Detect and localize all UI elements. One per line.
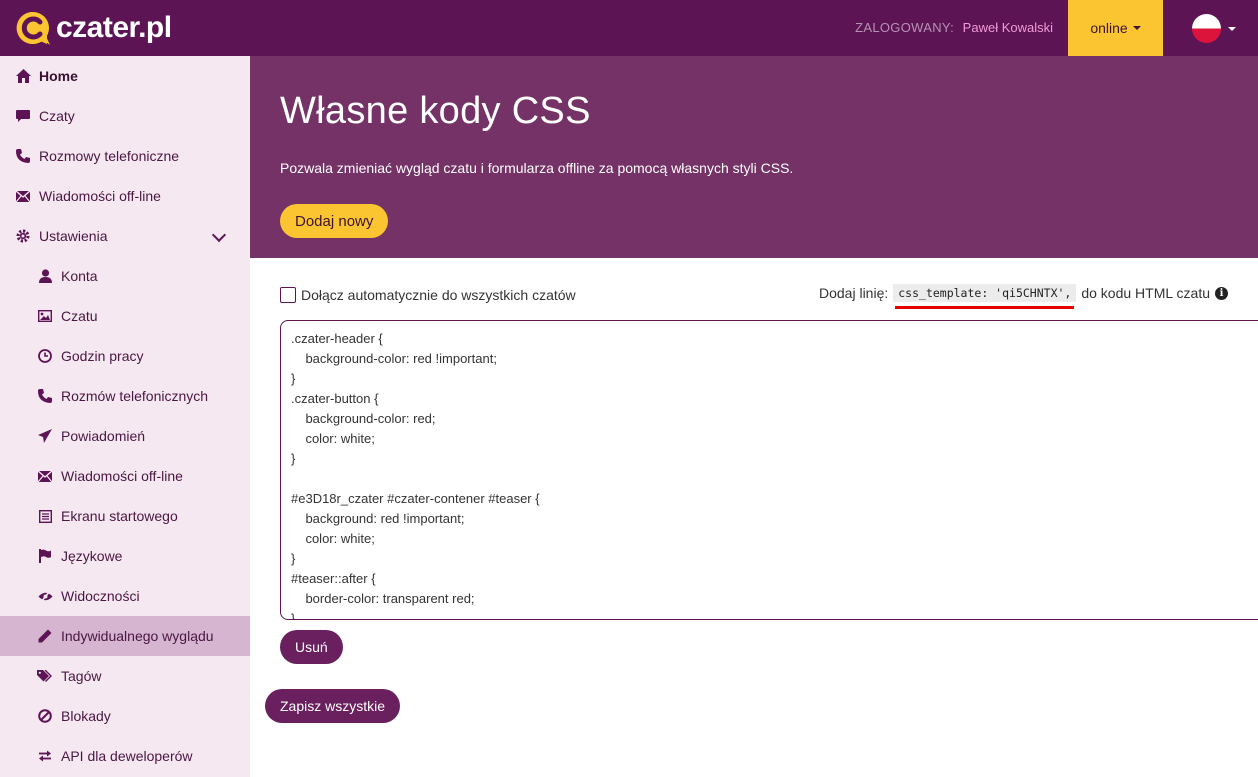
sidebar-item-label: Indywidualnego wyglądu — [61, 628, 214, 644]
phone-icon — [15, 148, 31, 164]
sidebar-item-settings[interactable]: Ustawienia — [0, 216, 250, 256]
template-hint: Dodaj linię: css_template: 'qi5CHNTX', d… — [818, 284, 1228, 309]
sidebar-item-label: Rozmowy telefoniczne — [39, 148, 180, 164]
auto-attach-label: Dołącz automatycznie do wszystkich czató… — [301, 287, 576, 303]
sidebar-item-chats[interactable]: Czaty — [0, 96, 250, 136]
exchange-icon — [37, 748, 53, 764]
poland-flag-icon — [1192, 14, 1221, 43]
sidebar-item-label: Ekranu startowego — [61, 508, 178, 524]
sidebar-item-label: Tagów — [61, 668, 102, 684]
phone-icon — [37, 388, 53, 404]
sidebar-item-tags[interactable]: Tagów — [0, 656, 250, 696]
sidebar-item-label: Wiadomości off-line — [61, 468, 183, 484]
sidebar-item-label: Czaty — [39, 108, 75, 124]
sidebar-item-working-hours[interactable]: Godzin pracy — [0, 336, 250, 376]
logo-c-icon — [14, 9, 52, 47]
brand-logo[interactable]: czater.pl — [14, 9, 172, 47]
user-name[interactable]: Paweł Kowalski — [963, 20, 1053, 35]
list-icon — [37, 508, 53, 524]
sidebar-item-visibility[interactable]: Widoczności — [0, 576, 250, 616]
sidebar-item-label: Powiadomień — [61, 428, 146, 444]
sidebar-item-label: Widoczności — [61, 588, 140, 604]
sidebar-item-notifications[interactable]: Powiadomień — [0, 416, 250, 456]
sidebar-item-label: Wiadomości off-line — [39, 188, 161, 204]
envelope-icon — [37, 468, 53, 484]
paper-plane-icon — [37, 428, 53, 444]
delete-button[interactable]: Usuń — [280, 630, 343, 664]
page-title: Własne kody CSS — [280, 90, 591, 132]
sidebar-item-label: Czatu — [61, 308, 98, 324]
status-dropdown[interactable]: online — [1068, 0, 1163, 56]
eye-slash-icon — [37, 588, 53, 604]
sidebar-item-offline-messages[interactable]: Wiadomości off-line — [0, 176, 250, 216]
hint-prefix: Dodaj linię: — [818, 285, 889, 301]
sidebar-item-label: Językowe — [61, 548, 123, 564]
sidebar-item-languages[interactable]: Językowe — [0, 536, 250, 576]
info-icon[interactable]: i — [1215, 286, 1228, 300]
gear-icon — [15, 228, 31, 244]
caret-down-icon — [1228, 26, 1236, 31]
envelope-icon — [15, 188, 31, 204]
sidebar-item-developer-api[interactable]: API dla deweloperów — [0, 736, 250, 776]
auto-attach-option[interactable]: Dołącz automatycznie do wszystkich czató… — [280, 287, 576, 303]
save-all-button[interactable]: Zapisz wszystkie — [265, 689, 401, 723]
tags-icon — [37, 668, 53, 684]
page-header: Własne kody CSS Pozwala zmieniać wygląd … — [250, 56, 1258, 258]
language-dropdown[interactable] — [1192, 14, 1236, 43]
sidebar-item-label: Godzin pracy — [61, 348, 144, 364]
sidebar-item-label: Home — [39, 68, 78, 84]
page-description: Pozwala zmieniać wygląd czatu i formular… — [280, 160, 794, 176]
sidebar-item-blocks[interactable]: Blokady — [0, 696, 250, 736]
status-label: online — [1090, 20, 1128, 36]
user-icon — [37, 268, 53, 284]
chat-bubble-icon — [15, 108, 31, 124]
sidebar-item-start-screen[interactable]: Ekranu startowego — [0, 496, 250, 536]
ban-icon — [37, 708, 53, 724]
sidebar-item-label: Konta — [61, 268, 98, 284]
hint-suffix: do kodu HTML czatu — [1081, 285, 1210, 301]
sidebar-item-phone-calls[interactable]: Rozmowy telefoniczne — [0, 136, 250, 176]
sidebar-item-offline-messages-settings[interactable]: Wiadomości off-line — [0, 456, 250, 496]
caret-down-icon — [1132, 26, 1141, 30]
css-templates-panel: Dołącz automatycznie do wszystkich czató… — [250, 258, 1258, 777]
add-new-button[interactable]: Dodaj nowy — [280, 204, 389, 238]
flag-icon — [37, 548, 53, 564]
logged-label: ZALOGOWANY: — [855, 20, 955, 35]
sidebar-item-label: Ustawienia — [39, 228, 108, 244]
brand-name: czater.pl — [56, 11, 172, 44]
highlight-underline — [895, 306, 1075, 309]
clock-icon — [37, 348, 53, 364]
template-code-snippet: css_template: 'qi5CHNTX', — [893, 284, 1077, 309]
css-code-textarea[interactable]: .czater-header { background-color: red !… — [280, 320, 1258, 620]
top-navbar: czater.pl ZALOGOWANY: Paweł Kowalski onl… — [0, 0, 1258, 56]
sidebar-item-accounts[interactable]: Konta — [0, 256, 250, 296]
sidebar-item-chat-settings[interactable]: Czatu — [0, 296, 250, 336]
sidebar-item-home[interactable]: Home — [0, 56, 250, 96]
auto-attach-checkbox[interactable] — [280, 287, 296, 303]
sidebar-item-label: Rozmów telefonicznych — [61, 388, 209, 404]
pencil-icon — [37, 628, 53, 644]
chevron-down-icon — [211, 227, 227, 243]
sidebar-item-label: Blokady — [61, 708, 111, 724]
logged-user-info: ZALOGOWANY: Paweł Kowalski — [855, 20, 1053, 35]
image-icon — [37, 308, 53, 324]
sidebar-item-label: API dla deweloperów — [61, 748, 193, 764]
sidebar-item-custom-appearance[interactable]: Indywidualnego wyglądu — [0, 616, 250, 656]
sidebar-item-phone-settings[interactable]: Rozmów telefonicznych — [0, 376, 250, 416]
sidebar-nav: Home Czaty Rozmowy telefoniczne Wiadomoś… — [0, 56, 250, 777]
home-icon — [15, 68, 31, 84]
